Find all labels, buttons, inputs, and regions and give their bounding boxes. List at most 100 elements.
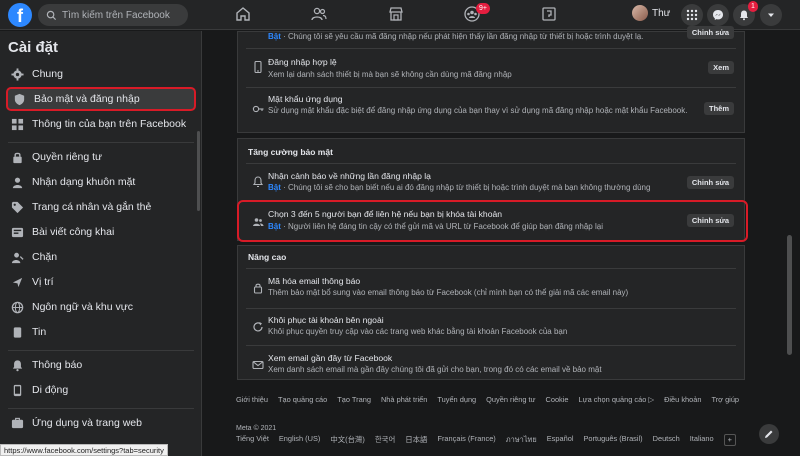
copyright: Meta © 2021 xyxy=(236,425,277,432)
section-title: Tăng cường bảo mật xyxy=(248,147,333,157)
groups-badge: 9+ xyxy=(476,3,490,14)
sidebar-item-label: Bảo mật và đăng nhập xyxy=(34,93,140,105)
sidebar-item-stories[interactable]: Tin xyxy=(6,320,196,344)
language-link[interactable]: Tiếng Việt xyxy=(236,434,269,446)
globe-icon xyxy=(10,225,24,239)
footer-link[interactable]: Trợ giúp xyxy=(711,395,739,404)
row-description: Xem lại danh sách thiết bị mà bạn sẽ khô… xyxy=(268,70,512,79)
footer-link[interactable]: Cookie xyxy=(546,395,569,404)
sidebar-item-label: Ứng dụng và trang web xyxy=(32,417,142,429)
new-message-button[interactable] xyxy=(759,424,779,444)
marketplace-icon[interactable] xyxy=(387,5,407,25)
footer-links: Giới thiệu Tạo quảng cáo Tạo Trang Nhà p… xyxy=(236,395,756,404)
page-scrollbar[interactable] xyxy=(787,235,792,355)
footer-link[interactable]: Giới thiệu xyxy=(236,395,268,404)
messenger-button[interactable] xyxy=(707,4,729,26)
sidebar-item-profile-tagging[interactable]: Trang cá nhân và gắn thẻ xyxy=(6,195,196,219)
stories-icon xyxy=(10,325,24,339)
sidebar-divider xyxy=(8,408,194,409)
row-divider xyxy=(246,48,736,49)
chevron-down-icon xyxy=(768,13,774,17)
status-on: Bật xyxy=(268,183,281,192)
language-link[interactable]: English (US) xyxy=(279,434,320,446)
login-card: Bật · Chúng tôi sẽ yêu cầu mã đăng nhập … xyxy=(237,26,745,133)
footer-link[interactable]: Tuyển dụng xyxy=(437,395,476,404)
sidebar-item-privacy[interactable]: Quyền riêng tư xyxy=(6,145,196,169)
sidebar-item-language[interactable]: Ngôn ngữ và khu vực xyxy=(6,295,196,319)
facebook-logo[interactable]: f xyxy=(8,3,32,27)
sidebar-item-label: Trang cá nhân và gắn thẻ xyxy=(32,201,152,213)
account-button[interactable] xyxy=(760,4,782,26)
unrecognized-logins-row[interactable]: Nhận cảnh báo về những lần đăng nhập lạ … xyxy=(238,167,744,197)
language-link[interactable]: ภาษาไทย xyxy=(506,434,537,446)
sidebar-item-location[interactable]: Vị trí xyxy=(6,270,196,294)
tag-icon xyxy=(10,200,24,214)
sidebar-item-public-posts[interactable]: Bài viết công khai xyxy=(6,220,196,244)
authorized-logins-row[interactable]: Đăng nhập hợp lệ Xem lại danh sách thiết… xyxy=(238,52,744,86)
sidebar-divider xyxy=(8,350,194,351)
edit-button[interactable]: Chỉnh sửa xyxy=(686,26,734,39)
profile-button[interactable]: Thư xyxy=(632,5,670,21)
key-icon xyxy=(252,102,264,114)
friends-icon[interactable] xyxy=(310,5,330,25)
status-url: https://www.facebook.com/settings?tab=se… xyxy=(0,444,168,456)
menu-button[interactable] xyxy=(681,4,703,26)
sidebar-item-apps[interactable]: Ứng dụng và trang web xyxy=(6,411,196,435)
edit-button[interactable]: Chỉnh sửa xyxy=(686,176,734,189)
row-divider xyxy=(246,163,736,164)
sidebar-scrollbar[interactable] xyxy=(197,131,200,211)
app-passwords-row[interactable]: Mật khẩu ứng dụng Sử dụng mật khẩu đặc b… xyxy=(238,90,744,132)
sidebar-item-label: Di động xyxy=(32,384,69,396)
row-divider xyxy=(246,308,736,309)
profile-name: Thư xyxy=(652,7,671,19)
footer-link[interactable]: Nhà phát triển xyxy=(381,395,427,404)
encrypted-emails-row[interactable]: Mã hóa email thông báo Thêm bảo mật bổ s… xyxy=(238,273,744,303)
row-title: Mật khẩu ứng dụng xyxy=(268,94,343,104)
gear-icon xyxy=(10,67,24,81)
language-link[interactable]: Español xyxy=(547,434,574,446)
recent-emails-row[interactable]: Xem email gần đây từ Facebook Xem danh s… xyxy=(238,349,744,379)
bell-icon xyxy=(740,10,748,21)
status-on: Bật xyxy=(268,32,281,41)
search-box[interactable] xyxy=(38,4,188,26)
language-link[interactable]: Français (France) xyxy=(437,434,495,446)
location-icon xyxy=(10,275,24,289)
search-input[interactable] xyxy=(62,9,182,21)
language-link[interactable]: 한국어 xyxy=(375,434,395,446)
language-link[interactable]: Italiano xyxy=(690,434,714,446)
account-recovery-row[interactable]: Khôi phục tài khoản bên ngoài Khôi phục … xyxy=(238,311,744,341)
add-button[interactable]: Thêm xyxy=(703,102,734,115)
footer-link[interactable]: Quyền riêng tư xyxy=(486,395,535,404)
gaming-icon[interactable] xyxy=(540,5,560,25)
row-title: Xem email gần đây từ Facebook xyxy=(268,353,393,363)
sidebar-item-mobile[interactable]: Di động xyxy=(6,378,196,402)
sidebar-item-security[interactable]: Bảo mật và đăng nhập xyxy=(6,87,196,111)
sidebar-item-face-recognition[interactable]: Nhận dạng khuôn mặt xyxy=(6,170,196,194)
language-link[interactable]: 中文(台灣) xyxy=(330,434,365,446)
grid-icon xyxy=(10,117,24,131)
footer-link[interactable]: Lựa chọn quảng cáo ▷ xyxy=(579,395,655,404)
more-languages-button[interactable]: + xyxy=(723,434,736,446)
sidebar-item-label: Chặn xyxy=(32,251,58,263)
row-divider xyxy=(246,268,736,269)
footer-link[interactable]: Tạo quảng cáo xyxy=(278,395,327,404)
sidebar-item-blocking[interactable]: Chặn xyxy=(6,245,196,269)
row-title: Nhận cảnh báo về những lần đăng nhập lạ xyxy=(268,171,431,181)
language-link[interactable]: Português (Brasil) xyxy=(583,434,642,446)
home-icon[interactable] xyxy=(234,5,254,25)
sidebar-item-general[interactable]: Chung xyxy=(6,62,196,86)
section-title: Nâng cao xyxy=(248,252,287,262)
apps-icon xyxy=(10,416,24,430)
footer-link[interactable]: Tạo Trang xyxy=(337,395,371,404)
footer: Giới thiệu Tạo quảng cáo Tạo Trang Nhà p… xyxy=(236,395,756,446)
advanced-card: Nâng cao Mã hóa email thông báo Thêm bảo… xyxy=(237,245,745,380)
sidebar-item-label: Chung xyxy=(32,68,63,80)
view-button[interactable]: Xem xyxy=(708,61,734,74)
sidebar-item-notifications[interactable]: Thông báo xyxy=(6,353,196,377)
bell-icon xyxy=(252,175,264,187)
sidebar-item-your-info[interactable]: Thông tin của bạn trên Facebook xyxy=(6,112,196,136)
avatar xyxy=(632,5,648,21)
footer-link[interactable]: Điều khoản xyxy=(664,395,701,404)
language-link[interactable]: Deutsch xyxy=(653,434,680,446)
language-link[interactable]: 日本語 xyxy=(405,434,427,446)
